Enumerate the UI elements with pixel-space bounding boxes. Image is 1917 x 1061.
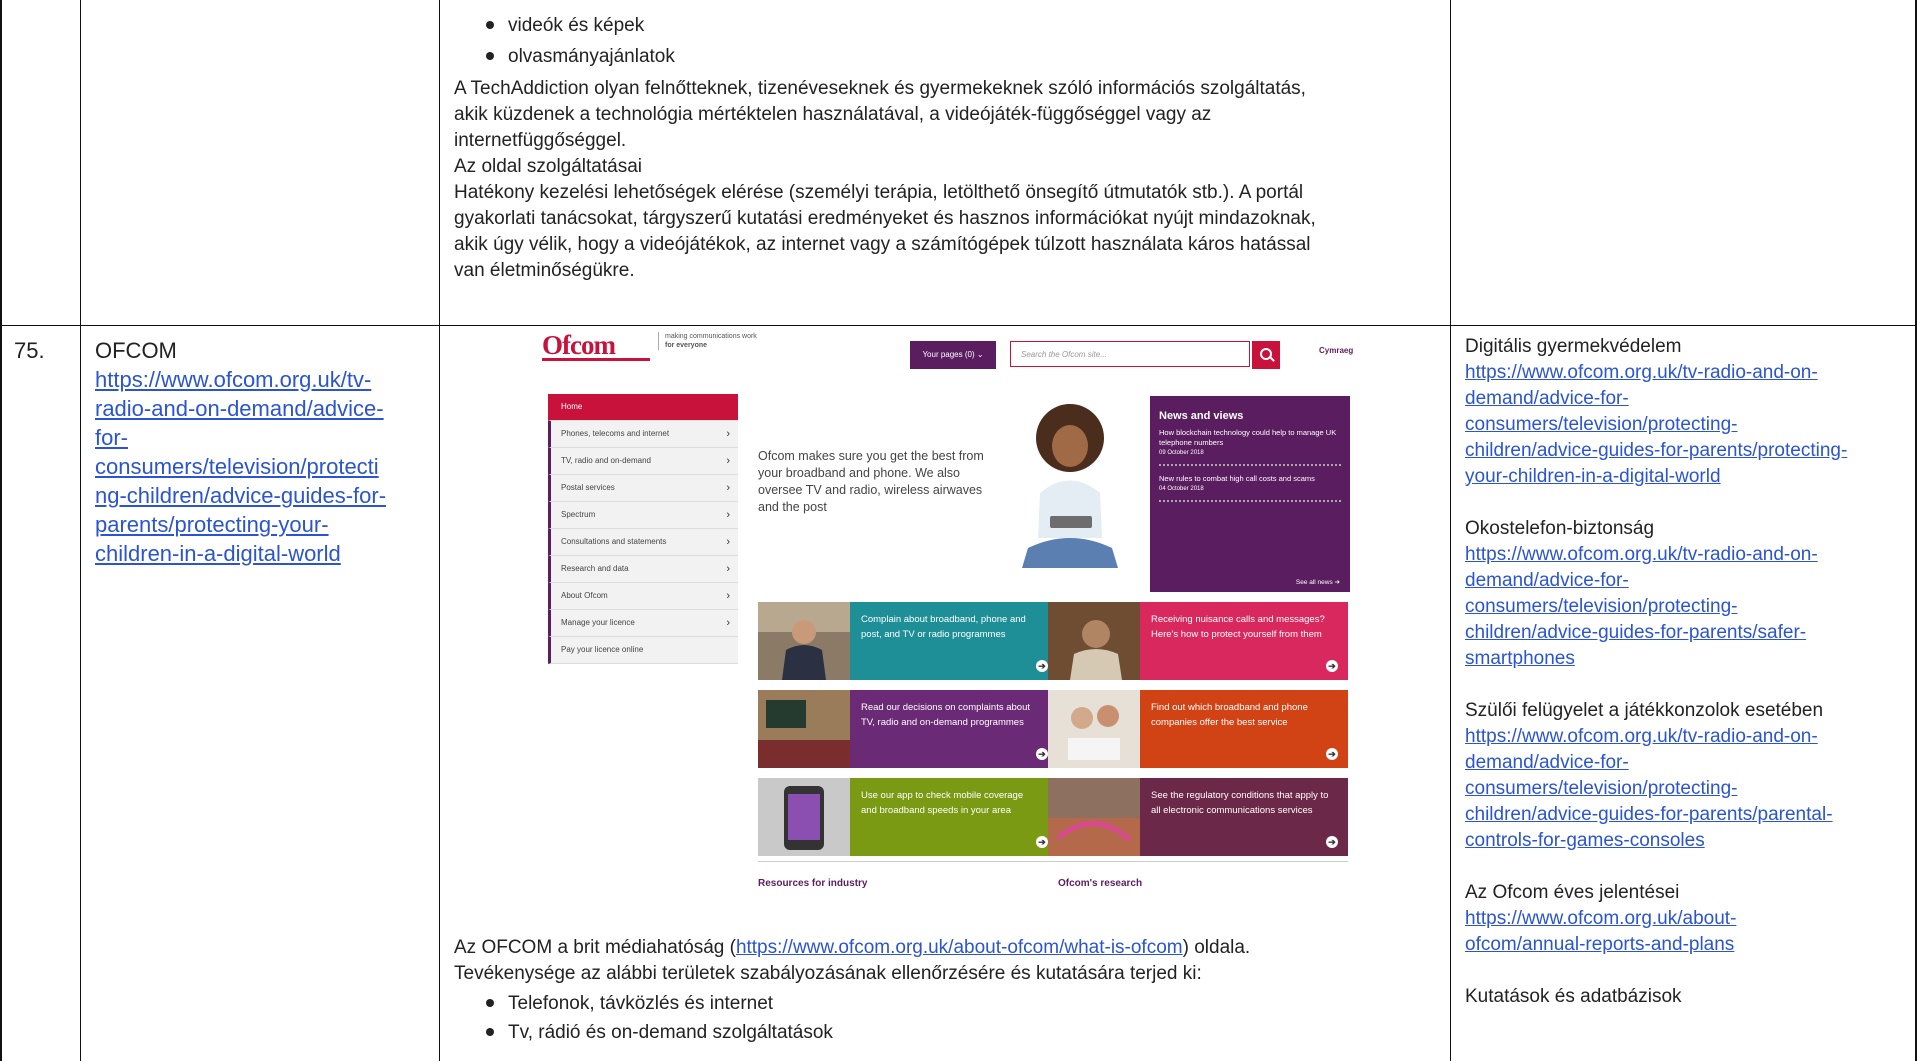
table-row: videók és képek olvasmányajánlatok A Tec… <box>0 0 1917 325</box>
resource-item: Kutatások és adatbázisok <box>1465 984 1910 1010</box>
site-nav: Home Phones, telecoms and internet › TV, … <box>548 394 738 664</box>
cable-works-photo <box>1048 778 1140 856</box>
your-pages-button[interactable]: Your pages (0) ⌄ <box>910 341 996 369</box>
tile-broadband-providers[interactable]: Find out which broadband and phone compa… <box>1048 690 1348 768</box>
chevron-right-icon: › <box>726 536 730 548</box>
list-item: videók és képek <box>440 10 675 41</box>
nav-item[interactable]: Research and data › <box>548 556 738 583</box>
resources-cell: Digitális gyermekvédelem https://www.ofc… <box>1451 326 1917 1061</box>
arrow-right-icon: ➔ <box>1036 836 1048 848</box>
resource-title: Kutatások és adatbázisok <box>1465 986 1682 1007</box>
bullet-list: Telefonok, távközlés és internet Tv, rád… <box>440 989 833 1047</box>
tile-coverage-app[interactable]: Use our app to check mobile coverage and… <box>758 778 1058 856</box>
resource-title: Szülői felügyelet a játékkonzolok esetéb… <box>1465 700 1824 721</box>
tile-nuisance-calls[interactable]: Receiving nuisance calls and messages? H… <box>1048 602 1348 680</box>
description-text: A TechAddiction olyan felnőtteknek, tize… <box>454 76 1444 284</box>
news-date: 04 October 2018 <box>1159 486 1204 492</box>
chevron-right-icon: › <box>726 482 730 494</box>
nav-item[interactable]: Manage your licence › <box>548 610 738 637</box>
search-button[interactable] <box>1252 341 1280 369</box>
chevron-right-icon: › <box>726 590 730 602</box>
man-on-phone-photo <box>758 602 850 680</box>
resource-list: Digitális gyermekvédelem https://www.ofc… <box>1465 334 1910 1010</box>
chevron-right-icon: › <box>726 509 730 521</box>
number-cell <box>0 0 81 325</box>
news-panel: News and views How blockchain technology… <box>1150 396 1350 592</box>
news-item-link[interactable]: New rules to combat high call costs and … <box>1150 474 1350 484</box>
see-all-news-link[interactable]: See all news ➔ <box>1296 578 1340 586</box>
arrow-right-icon: ➔ <box>1036 748 1048 760</box>
news-title: News and views <box>1159 410 1244 422</box>
arrow-right-icon: ➔ <box>1334 579 1340 586</box>
chevron-right-icon: › <box>726 455 730 467</box>
nav-item[interactable]: About Ofcom › <box>548 583 738 610</box>
site-name: OFCOM <box>95 338 177 363</box>
older-man-phone-photo <box>1048 602 1140 680</box>
nav-item-home[interactable]: Home <box>548 394 738 421</box>
nav-item[interactable]: Phones, telecoms and internet › <box>548 421 738 448</box>
logo-underline <box>542 358 650 361</box>
website-screenshot: Ofcom making communications work for eve… <box>540 326 1353 896</box>
resource-link[interactable]: https://www.ofcom.org.uk/tv-radio-and-on… <box>1465 724 1910 854</box>
news-item-link[interactable]: How blockchain technology could help to … <box>1150 428 1350 448</box>
ofcom-logo: Ofcom <box>542 330 616 360</box>
couple-laptop-photo <box>1048 690 1140 768</box>
nav-item[interactable]: Pay your licence online <box>548 637 738 664</box>
site-url-link[interactable]: https://www.ofcom.org.uk/tv- radio-and-o… <box>95 365 435 568</box>
subheading: Az oldal szolgáltatásai <box>454 156 642 177</box>
living-room-tv-photo <box>758 690 850 768</box>
site-info: OFCOM https://www.ofcom.org.uk/tv- radio… <box>95 336 435 568</box>
ofcom-research-link[interactable]: Ofcom's research <box>1058 878 1142 889</box>
description-cell: videók és képek olvasmányajánlatok A Tec… <box>440 0 1451 325</box>
document-table: videók és képek olvasmányajánlatok A Tec… <box>0 0 1917 1061</box>
arrow-right-icon: ➔ <box>1326 836 1338 848</box>
description-text: Az OFCOM a brit médiahatóság (https://ww… <box>454 937 1251 984</box>
what-is-ofcom-link[interactable]: https://www.ofcom.org.uk/about-ofcom/wha… <box>736 937 1183 958</box>
nav-item[interactable]: Consultations and statements › <box>548 529 738 556</box>
chevron-right-icon: › <box>726 563 730 575</box>
name-cell <box>81 0 440 325</box>
resource-item: Okostelefon-biztonság https://www.ofcom.… <box>1465 516 1910 672</box>
list-item: olvasmányajánlatok <box>440 41 675 72</box>
table-row: 75. OFCOM https://www.ofcom.org.uk/tv- r… <box>0 326 1917 1061</box>
arrow-right-icon: ➔ <box>1326 660 1338 672</box>
arrow-right-icon: ➔ <box>1326 748 1338 760</box>
resource-link[interactable]: https://www.ofcom.org.uk/tv-radio-and-on… <box>1465 542 1910 672</box>
list-item: Tv, rádió és on-demand szolgáltatások <box>440 1018 833 1047</box>
tile-complain[interactable]: Complain about broadband, phone and post… <box>758 602 1058 680</box>
resource-item: Digitális gyermekvédelem https://www.ofc… <box>1465 334 1910 490</box>
nav-item[interactable]: Postal services › <box>548 475 738 502</box>
bullet-list: videók és képek olvasmányajánlatok <box>440 10 675 72</box>
news-date: 09 October 2018 <box>1159 450 1204 456</box>
chevron-right-icon: › <box>726 617 730 629</box>
resource-item: Az Ofcom éves jelentései https://www.ofc… <box>1465 880 1910 958</box>
resources-for-industry-link[interactable]: Resources for industry <box>758 878 867 889</box>
nav-item[interactable]: TV, radio and on-demand › <box>548 448 738 475</box>
resource-item: Szülői felügyelet a játékkonzolok esetéb… <box>1465 698 1910 854</box>
chevron-right-icon: › <box>726 428 730 440</box>
resource-title: Okostelefon-biztonság <box>1465 518 1655 539</box>
number-cell: 75. <box>0 326 81 1061</box>
resource-title: Az Ofcom éves jelentései <box>1465 882 1680 903</box>
arrow-right-icon: ➔ <box>1036 660 1048 672</box>
resource-link[interactable]: https://www.ofcom.org.uk/tv-radio-and-on… <box>1465 360 1910 490</box>
hero-text: Ofcom makes sure you get the best from y… <box>758 449 984 514</box>
description-cell: Ofcom making communications work for eve… <box>440 326 1451 1061</box>
resources-cell <box>1451 0 1917 325</box>
chevron-down-icon: ⌄ <box>976 350 984 359</box>
cymraeg-link[interactable]: Cymraeg <box>1319 346 1353 355</box>
resource-link[interactable]: https://www.ofcom.org.uk/about- ofcom/an… <box>1465 906 1910 958</box>
row-number: 75. <box>14 338 45 363</box>
nav-item[interactable]: Spectrum › <box>548 502 738 529</box>
search-input[interactable]: Search the Ofcom site... <box>1010 341 1250 367</box>
list-item: Telefonok, távközlés és internet <box>440 989 833 1018</box>
tile-tv-decisions[interactable]: Read our decisions on complaints about T… <box>758 690 1058 768</box>
name-cell: OFCOM https://www.ofcom.org.uk/tv- radio… <box>81 326 440 1061</box>
child-photo <box>1010 398 1130 576</box>
logo-tagline: making communications work for everyone <box>658 332 757 350</box>
phone-app-photo <box>758 778 850 856</box>
tile-regulatory-conditions[interactable]: See the regulatory conditions that apply… <box>1048 778 1348 856</box>
resource-title: Digitális gyermekvédelem <box>1465 336 1682 357</box>
